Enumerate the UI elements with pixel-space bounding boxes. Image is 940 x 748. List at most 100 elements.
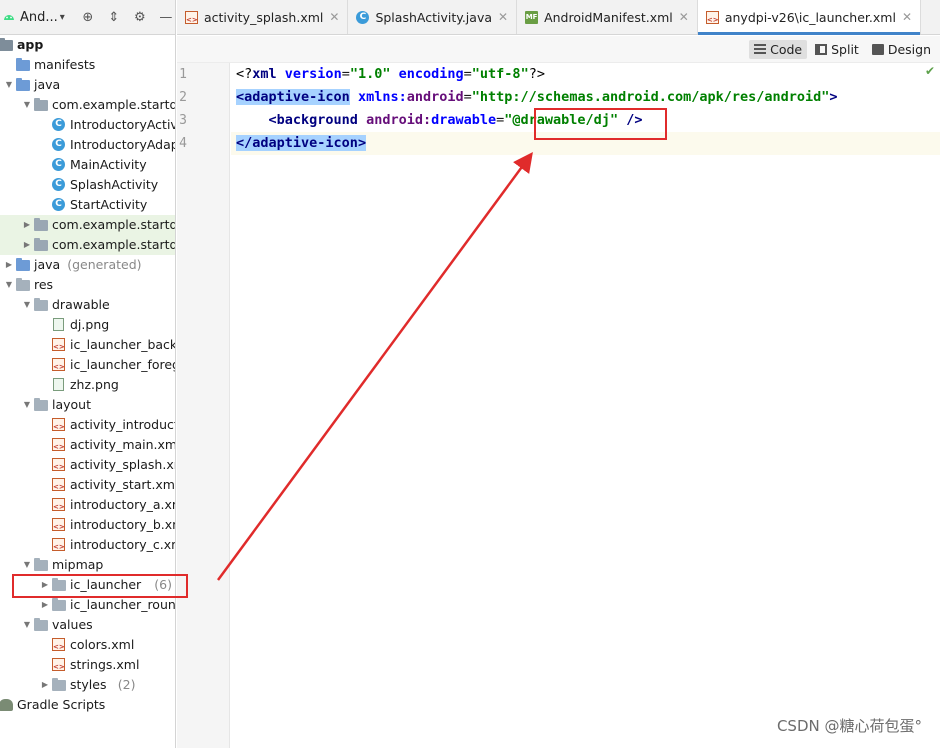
close-icon[interactable]: ✕	[498, 10, 508, 24]
tree-item-label: mipmap	[52, 557, 104, 572]
tree-item[interactable]: strings.xml	[0, 655, 175, 675]
code-token: android	[406, 89, 464, 105]
tree-item-label: res	[34, 277, 54, 292]
chevron-down-icon[interactable]: ▼	[22, 295, 32, 315]
tree-item[interactable]: ▶ com.example.startdem	[0, 235, 175, 255]
class-icon: C	[52, 178, 65, 191]
tree-item[interactable]: ic_launcher_backg	[0, 335, 175, 355]
tab-ic-launcher[interactable]: anydpi-v26\ic_launcher.xml ✕	[697, 0, 921, 35]
project-panel: And... ▾ ⊕ ⇕ ⚙ — app manifests ▼ java ▼ com.e…	[0, 0, 176, 748]
tree-item-label: StartActivity	[70, 197, 148, 212]
tree-item-label: introductory_c.xml	[70, 537, 176, 552]
tab-activity-splash[interactable]: activity_splash.xml ✕	[177, 0, 349, 34]
tree-item[interactable]: manifests	[0, 55, 175, 75]
chevron-right-icon[interactable]: ▶	[22, 235, 32, 255]
tree-item-label: activity_introducto	[70, 417, 176, 432]
tree-item[interactable]: C MainActivity	[0, 155, 175, 175]
code-view-button[interactable]: Code	[749, 39, 808, 59]
code-token: xml	[252, 66, 277, 82]
split-view-label: Split	[831, 41, 859, 57]
chevron-down-icon[interactable]: ▼	[22, 95, 32, 115]
gear-icon[interactable]: ⚙	[131, 8, 149, 26]
tree-item[interactable]: ▼ res	[0, 275, 175, 295]
split-view-button[interactable]: Split	[810, 40, 864, 59]
collapse-all-icon[interactable]: ⇕	[105, 8, 123, 26]
code-view-icon	[754, 43, 767, 55]
code-token: >	[357, 135, 367, 151]
folder-icon	[16, 258, 30, 271]
chevron-right-icon[interactable]: ▶	[4, 255, 14, 275]
xml-file-icon	[52, 338, 65, 351]
tree-item-label: ic_launcher_backg	[70, 337, 176, 352]
tree-item[interactable]: C StartActivity	[0, 195, 175, 215]
tree-item[interactable]: ▶ ic_launcher_round	[0, 595, 175, 615]
xml-file-icon	[185, 10, 198, 24]
xml-file-icon	[52, 538, 65, 551]
folder-icon	[34, 298, 48, 311]
chevron-right-icon[interactable]: ▶	[40, 675, 50, 695]
close-icon[interactable]: ✕	[902, 10, 912, 24]
tree-item[interactable]: activity_introducto	[0, 415, 175, 435]
tree-item[interactable]: C SplashActivity	[0, 175, 175, 195]
chevron-right-icon[interactable]: ▶	[40, 595, 50, 615]
folder-icon	[34, 398, 48, 411]
tree-item[interactable]: ic_launcher_foregr	[0, 355, 175, 375]
tree-item-label: introductory_a.xml	[70, 497, 176, 512]
design-view-button[interactable]: Design	[867, 40, 936, 59]
chevron-down-icon[interactable]: ▼	[22, 615, 32, 635]
xml-file-icon	[52, 438, 65, 451]
chevron-down-icon[interactable]: ▼	[22, 395, 32, 415]
tree-item[interactable]: ▼ com.example.startdem	[0, 95, 175, 115]
tab-android-manifest[interactable]: MF AndroidManifest.xml ✕	[517, 0, 698, 34]
tree-item[interactable]: activity_start.xml	[0, 475, 175, 495]
tab-label: anydpi-v26\ic_launcher.xml	[724, 9, 896, 25]
tree-item-label: activity_start.xml	[70, 477, 176, 492]
tree-item[interactable]: C IntroductoryAdapt	[0, 135, 175, 155]
tab-splash-activity[interactable]: C SplashActivity.java ✕	[348, 0, 518, 34]
tree-item[interactable]: Gradle Scripts	[0, 695, 175, 715]
code-token: version	[284, 66, 342, 82]
locate-icon[interactable]: ⊕	[79, 8, 97, 26]
tree-item[interactable]: colors.xml	[0, 635, 175, 655]
folder-icon	[34, 558, 48, 571]
xml-file-icon	[52, 478, 65, 491]
chevron-down-icon[interactable]: ▼	[22, 555, 32, 575]
tree-item[interactable]: activity_splash.xml	[0, 455, 175, 475]
xml-file-icon	[52, 658, 65, 671]
code-editor[interactable]: <?xml version="1.0" encoding="utf-8"?> <…	[231, 63, 940, 748]
tree-item[interactable]: ▶ com.example.startdem	[0, 215, 175, 235]
tree-item[interactable]: ▶ styles (2)	[0, 675, 175, 695]
tree-item[interactable]: ▼ java	[0, 75, 175, 95]
line-number: 3	[179, 113, 187, 128]
tree-item[interactable]: C IntroductoryActivit	[0, 115, 175, 135]
tree-item[interactable]: dj.png	[0, 315, 175, 335]
tree-item[interactable]: app	[0, 35, 175, 55]
chevron-down-icon[interactable]: ▼	[4, 275, 14, 295]
tree-item-label: strings.xml	[70, 657, 140, 672]
tree-item[interactable]: introductory_b.xml	[0, 515, 175, 535]
tree-item[interactable]: zhz.png	[0, 375, 175, 395]
chevron-right-icon[interactable]: ▶	[22, 215, 32, 235]
tree-item-label: styles	[70, 677, 107, 692]
close-icon[interactable]: ✕	[329, 10, 339, 24]
code-line-2: <adaptive-icon xmlns:android="http://sch…	[231, 86, 940, 109]
tree-item[interactable]: activity_main.xml	[0, 435, 175, 455]
tree-item[interactable]: ▼ mipmap	[0, 555, 175, 575]
tree-item[interactable]: introductory_a.xml	[0, 495, 175, 515]
tree-item[interactable]: introductory_c.xml	[0, 535, 175, 555]
code-token: adaptive-icon	[252, 135, 358, 151]
tree-item[interactable]: ▼ values	[0, 615, 175, 635]
minimize-icon[interactable]: —	[157, 8, 175, 26]
tree-item[interactable]: ▼ drawable	[0, 295, 175, 315]
tree-item[interactable]: ▼ layout	[0, 395, 175, 415]
chevron-down-icon[interactable]: ▼	[4, 75, 14, 95]
close-icon[interactable]: ✕	[679, 10, 689, 24]
tree-item[interactable]: ▶ java (generated)	[0, 255, 175, 275]
package-icon	[34, 238, 48, 251]
project-view-selector[interactable]: And...	[20, 10, 58, 25]
xml-file-icon	[52, 418, 65, 431]
line-number: 4	[179, 136, 187, 151]
inspection-ok-icon[interactable]: ✔	[925, 64, 935, 78]
chevron-down-icon[interactable]: ▾	[60, 12, 65, 23]
tree-item-label: com.example.startdem	[52, 217, 175, 232]
